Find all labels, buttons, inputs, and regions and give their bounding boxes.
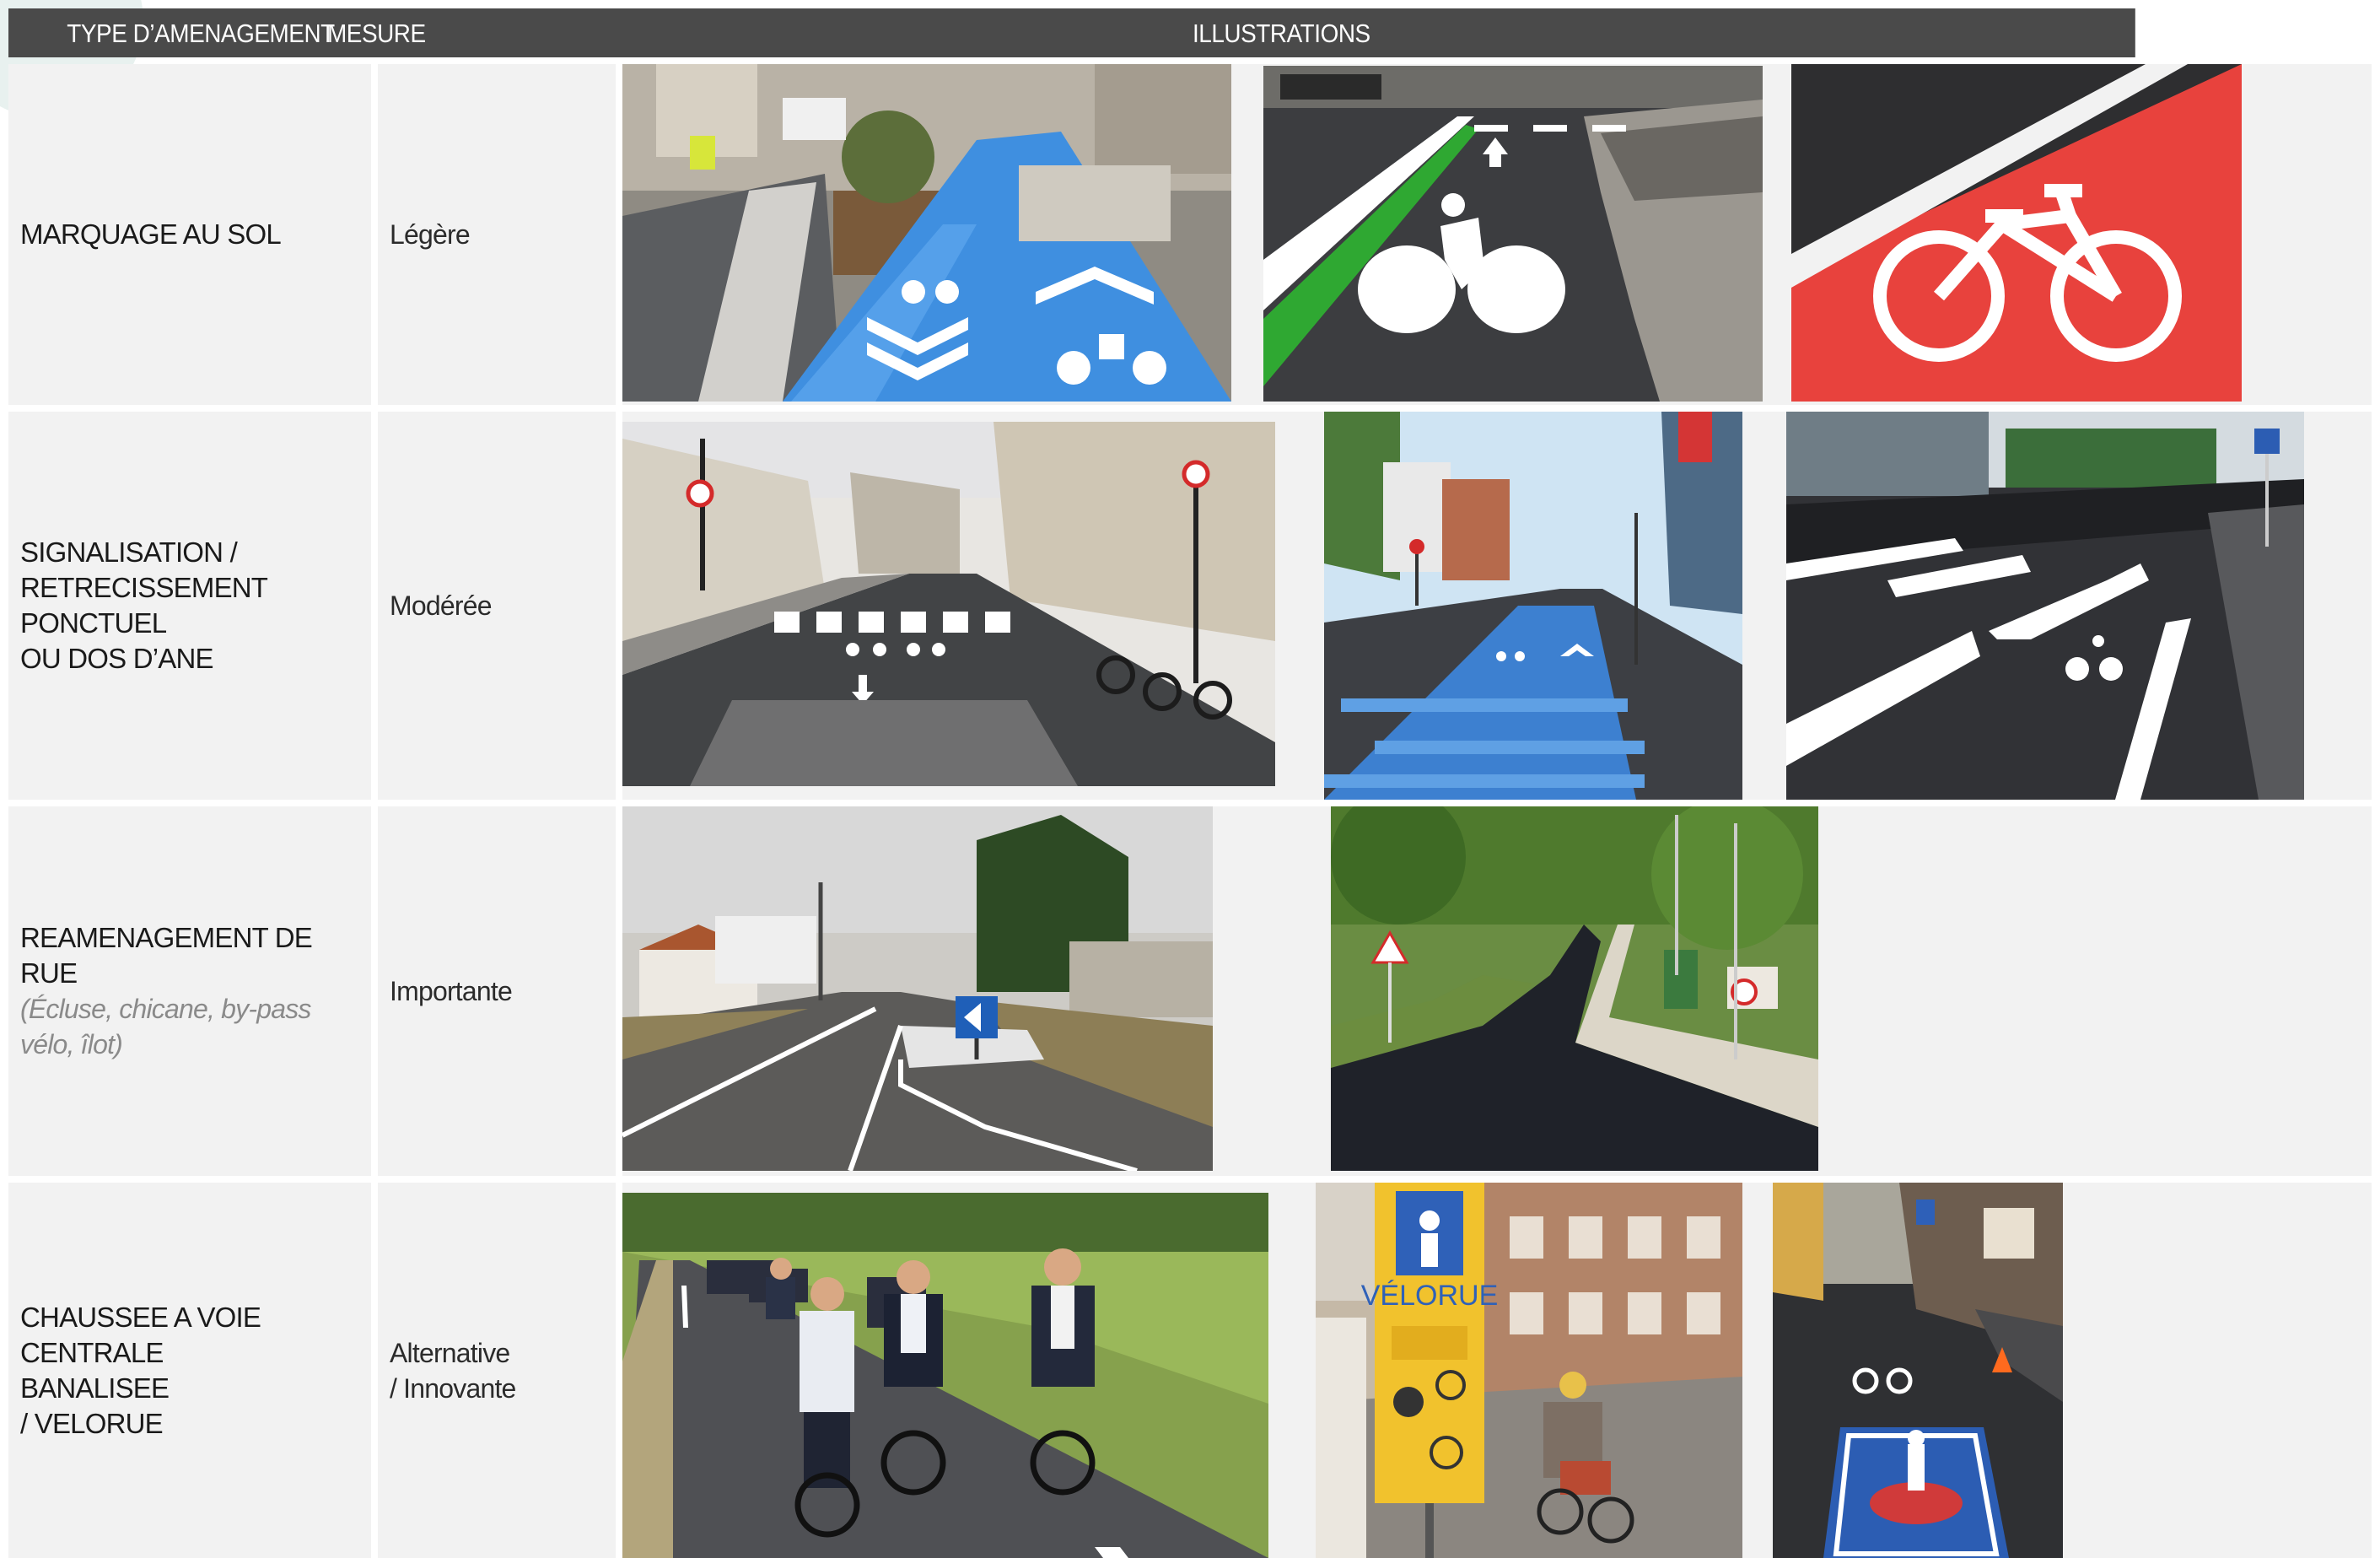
mesure-cell: Alternative / Innovante xyxy=(378,1183,616,1558)
green-edged-bike-lane-photo xyxy=(1263,66,1763,402)
cyclists-on-road-photo xyxy=(622,1193,1268,1558)
mesure-label: Importante xyxy=(390,976,513,1006)
type-label: CHAUSSEE A VOIE CENTRALE BANALISEE / VEL… xyxy=(20,1301,261,1439)
type-cell: MARQUAGE AU SOL xyxy=(8,64,371,405)
mesure-cell: Légère xyxy=(378,64,616,405)
mesure-cell: Importante xyxy=(378,806,616,1176)
illustrations-cell xyxy=(622,806,2372,1176)
type-cell: CHAUSSEE A VOIE CENTRALE BANALISEE / VEL… xyxy=(8,1183,371,1558)
header-type: TYPE D’AMENAGEMENT xyxy=(67,19,335,48)
header-mesure: MESURE xyxy=(327,19,426,48)
type-sub-label: (Écluse, chicane, by-pass vélo, îlot) xyxy=(20,994,311,1059)
svg-text:VÉLORUE: VÉLORUE xyxy=(1361,1280,1499,1312)
blue-crossing-photo xyxy=(1324,412,1742,800)
type-label: REAMENAGEMENT DE RUE (Écluse, chicane, b… xyxy=(20,920,363,1062)
velorue-sign-photo: VÉLORUE xyxy=(1316,1183,1742,1558)
table-row-marquage: MARQUAGE AU SOL Légère xyxy=(8,64,2372,405)
header-illustrations: ILLUSTRATIONS xyxy=(1193,19,1370,48)
illustrations-cell: VÉLORUE xyxy=(622,1183,2372,1558)
table-row-reamenagement: REAMENAGEMENT DE RUE (Écluse, chicane, b… xyxy=(8,806,2372,1176)
table-row-signalisation: SIGNALISATION / RETRECISSEMENT PONCTUEL … xyxy=(8,412,2372,800)
mesure-label: Légère xyxy=(390,219,471,250)
velorue-road-marking-photo xyxy=(1773,1183,2063,1558)
type-label: MARQUAGE AU SOL xyxy=(20,218,282,250)
illustrations-cell xyxy=(622,412,2372,800)
type-label: SIGNALISATION / RETRECISSEMENT PONCTUEL … xyxy=(20,536,267,674)
mesure-label: Modérée xyxy=(390,590,493,621)
red-bike-lane-pictogram-photo xyxy=(1791,64,2242,402)
winding-new-street-photo xyxy=(1331,806,1818,1171)
blue-painted-bike-lane-photo xyxy=(622,64,1231,402)
bike-bypass-island-photo xyxy=(1786,412,2304,800)
mesure-label: Alternative / Innovante xyxy=(390,1337,516,1404)
illustrations-cell xyxy=(622,64,2372,405)
type-cell: REAMENAGEMENT DE RUE (Écluse, chicane, b… xyxy=(8,806,371,1176)
table-row-chaussee: CHAUSSEE A VOIE CENTRALE BANALISEE / VEL… xyxy=(8,1183,2372,1558)
type-cell: SIGNALISATION / RETRECISSEMENT PONCTUEL … xyxy=(8,412,371,800)
table-header: TYPE D’AMENAGEMENT MESURE ILLUSTRATIONS xyxy=(8,8,2135,57)
narrowed-street-crossing-photo xyxy=(622,422,1275,786)
mesure-cell: Modérée xyxy=(378,412,616,800)
chicane-island-road-photo xyxy=(622,806,1213,1171)
